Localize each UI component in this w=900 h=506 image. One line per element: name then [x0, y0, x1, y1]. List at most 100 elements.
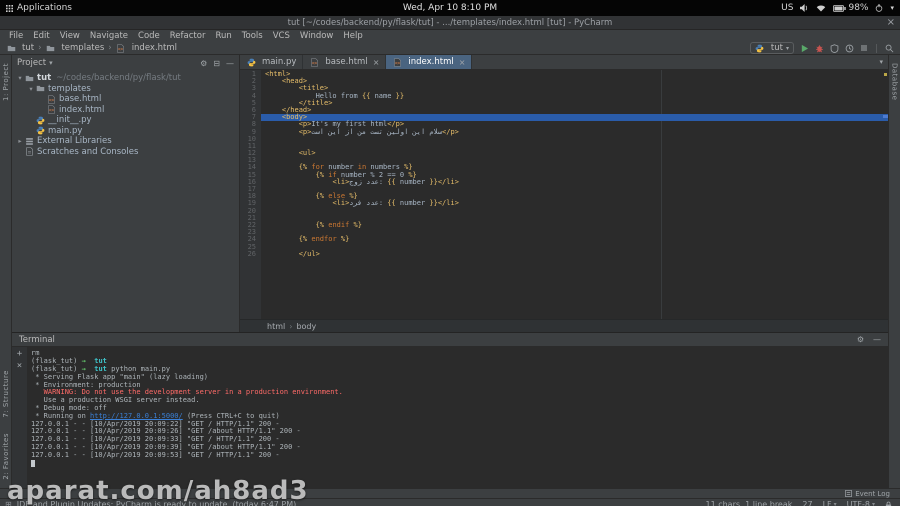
editor-tab-main-py[interactable]: main.py	[240, 55, 304, 69]
settings-gear-icon[interactable]: ⚙	[200, 59, 207, 68]
chevron-down-icon[interactable]: ▾	[16, 74, 24, 82]
run-button[interactable]	[800, 44, 809, 53]
line-number: 26	[247, 249, 256, 258]
menu-vcs[interactable]: VCS	[268, 31, 295, 41]
lock-icon[interactable]	[885, 501, 892, 506]
menu-code[interactable]: Code	[133, 31, 165, 41]
code-line-4[interactable]: 4 Hello from {{ name }}	[240, 92, 888, 100]
battery-icon[interactable]: 98%	[833, 3, 868, 13]
new-terminal-session-button[interactable]: +	[17, 350, 22, 359]
project-tree-item-index-html[interactable]: <> index.html	[12, 105, 239, 116]
menu-tools[interactable]: Tools	[237, 31, 268, 41]
editor-tab-index-html[interactable]: <> index.html ×	[386, 55, 473, 69]
breadcrumb-item-index-html[interactable]: <> index.html	[116, 43, 177, 53]
menu-window[interactable]: Window	[295, 31, 339, 41]
project-tree-item-base-html[interactable]: <> base.html	[12, 94, 239, 105]
tool-stripe-button-1-project[interactable]: 1: Project	[2, 55, 10, 109]
caret-position[interactable]: 27	[802, 500, 812, 506]
editor-breadcrumb-html[interactable]: html	[267, 322, 285, 331]
close-tab-icon[interactable]: ×	[459, 58, 466, 67]
network-icon[interactable]	[816, 4, 826, 12]
code-text: <head>	[281, 77, 308, 86]
project-tree-item-main-py[interactable]: main.py	[12, 126, 239, 137]
line-number: 2	[251, 77, 256, 86]
screen: Applications Wed, Apr 10 8:10 PM US 98% …	[0, 0, 900, 506]
run-configuration-selector[interactable]: tut ▾	[749, 42, 794, 54]
project-panel-title[interactable]: Project	[17, 58, 46, 68]
tool-stripe-button-database[interactable]: Database	[891, 55, 899, 108]
stop-button[interactable]	[860, 44, 868, 52]
menu-help[interactable]: Help	[338, 31, 367, 41]
code-line-2[interactable]: 2 <head>	[240, 77, 888, 86]
event-log-button[interactable]: Event Log	[845, 490, 890, 498]
code-line-5[interactable]: 5 </title>	[240, 99, 888, 107]
menu-refactor[interactable]: Refactor	[165, 31, 211, 41]
tree-item-path: ~/codes/backend/py/flask/tut	[56, 73, 181, 84]
encoding-indicator[interactable]: UTF-8 ▾	[847, 500, 875, 506]
project-tree-item-scratches-and-consoles[interactable]: Scratches and Consoles	[12, 147, 239, 158]
tool-stripe-button-7-structure[interactable]: 7: Structure	[2, 362, 10, 426]
activities-grid-icon[interactable]	[6, 4, 13, 12]
applications-menu[interactable]: Applications	[17, 3, 72, 13]
folder-icon	[24, 73, 34, 83]
system-clock[interactable]: Wed, Apr 10 8:10 PM	[403, 3, 497, 13]
terminal-minimize-icon[interactable]: —	[873, 335, 881, 344]
collapse-all-icon[interactable]: ⊟	[213, 59, 220, 68]
close-tab-icon[interactable]: ×	[373, 58, 380, 67]
editor-scrollbar[interactable]	[883, 70, 888, 319]
editor-tab-base-html[interactable]: <> base.html ×	[303, 55, 387, 69]
code-editor[interactable]: 1 <html> 2 <head> 3 <title> 4 Hello from {{ …	[240, 70, 888, 320]
power-icon[interactable]	[875, 4, 883, 12]
menu-view[interactable]: View	[55, 31, 85, 41]
code-line-24[interactable]: 24 {% endfor %}	[240, 236, 888, 243]
line-number: 6	[251, 105, 256, 114]
menu-edit[interactable]: Edit	[28, 31, 54, 41]
run-coverage-button[interactable]	[830, 43, 839, 53]
code-line-19[interactable]: 19 <li>عدد فرد: {{ number }}</li>	[240, 200, 888, 207]
terminal-body[interactable]: + × rm (flask_tut) → tut (flask_tut) → tut…	[12, 347, 888, 488]
code-line-10[interactable]: 10	[240, 135, 888, 143]
chevron-down-icon[interactable]: ▾	[27, 85, 35, 93]
code-line-1[interactable]: 1 <html>	[240, 70, 888, 78]
window-close-button[interactable]: ×	[887, 16, 895, 29]
search-everywhere-icon[interactable]	[885, 44, 894, 53]
menu-run[interactable]: Run	[210, 31, 236, 41]
project-tree-item-external-libraries[interactable]: ▸ External Libraries	[12, 136, 239, 147]
code-line-20[interactable]: 20	[240, 207, 888, 215]
debug-button[interactable]	[815, 44, 824, 53]
project-tree-item-__init__-py[interactable]: __init__.py	[12, 115, 239, 126]
breadcrumb-label: index.html	[131, 43, 178, 53]
editor-breadcrumb-body[interactable]: body	[296, 322, 316, 331]
tree-item-label: templates	[48, 83, 91, 94]
chevron-down-icon[interactable]: ▾	[49, 59, 53, 67]
code-line-6[interactable]: 6 </head>	[240, 105, 888, 114]
tab-list-chevron-icon[interactable]: ▾	[874, 55, 888, 69]
code-line-9[interactable]: 9 <p>سلام این اولین تست من از این است</p…	[240, 128, 888, 136]
system-bar: Applications Wed, Apr 10 8:10 PM US 98% …	[0, 0, 900, 16]
project-tree-item-tut[interactable]: ▾ tut ~/codes/backend/py/flask/tut	[12, 73, 239, 84]
code-line-11[interactable]: 11	[240, 142, 888, 150]
line-separator-indicator[interactable]: LF ▾	[823, 500, 837, 506]
volume-icon[interactable]	[800, 4, 809, 12]
code-line-22[interactable]: 22 {% endif %}	[240, 221, 888, 229]
keyboard-layout-indicator[interactable]: US	[781, 3, 793, 13]
code-line-26[interactable]: 26 </ul>	[240, 249, 888, 258]
terminal-settings-gear-icon[interactable]: ⚙	[857, 335, 864, 344]
code-line-16[interactable]: 16 <li>عدد زوج: {{ number }}</li>	[240, 178, 888, 186]
terminal-panel: Terminal ⚙ — + × rm (flask_tut) → tut (fla…	[12, 333, 888, 488]
tray-chevron-down-icon[interactable]: ▾	[890, 4, 894, 12]
breadcrumb-item-tut[interactable]: tut	[6, 43, 34, 53]
profiler-button[interactable]	[845, 44, 854, 53]
project-tree-item-templates[interactable]: ▾ templates	[12, 84, 239, 95]
menu-navigate[interactable]: Navigate	[85, 31, 133, 41]
close-terminal-session-button[interactable]: ×	[17, 362, 22, 371]
terminal-title[interactable]: Terminal	[19, 335, 55, 345]
chevron-right-icon[interactable]: ▸	[16, 137, 24, 145]
hide-panel-icon[interactable]: —	[226, 59, 234, 68]
menu-file[interactable]: File	[4, 31, 28, 41]
code-line-25[interactable]: 25	[240, 243, 888, 251]
breadcrumb-item-templates[interactable]: templates	[45, 43, 104, 53]
code-line-12[interactable]: 12 <ul>	[240, 149, 888, 157]
folder-icon	[45, 43, 55, 53]
